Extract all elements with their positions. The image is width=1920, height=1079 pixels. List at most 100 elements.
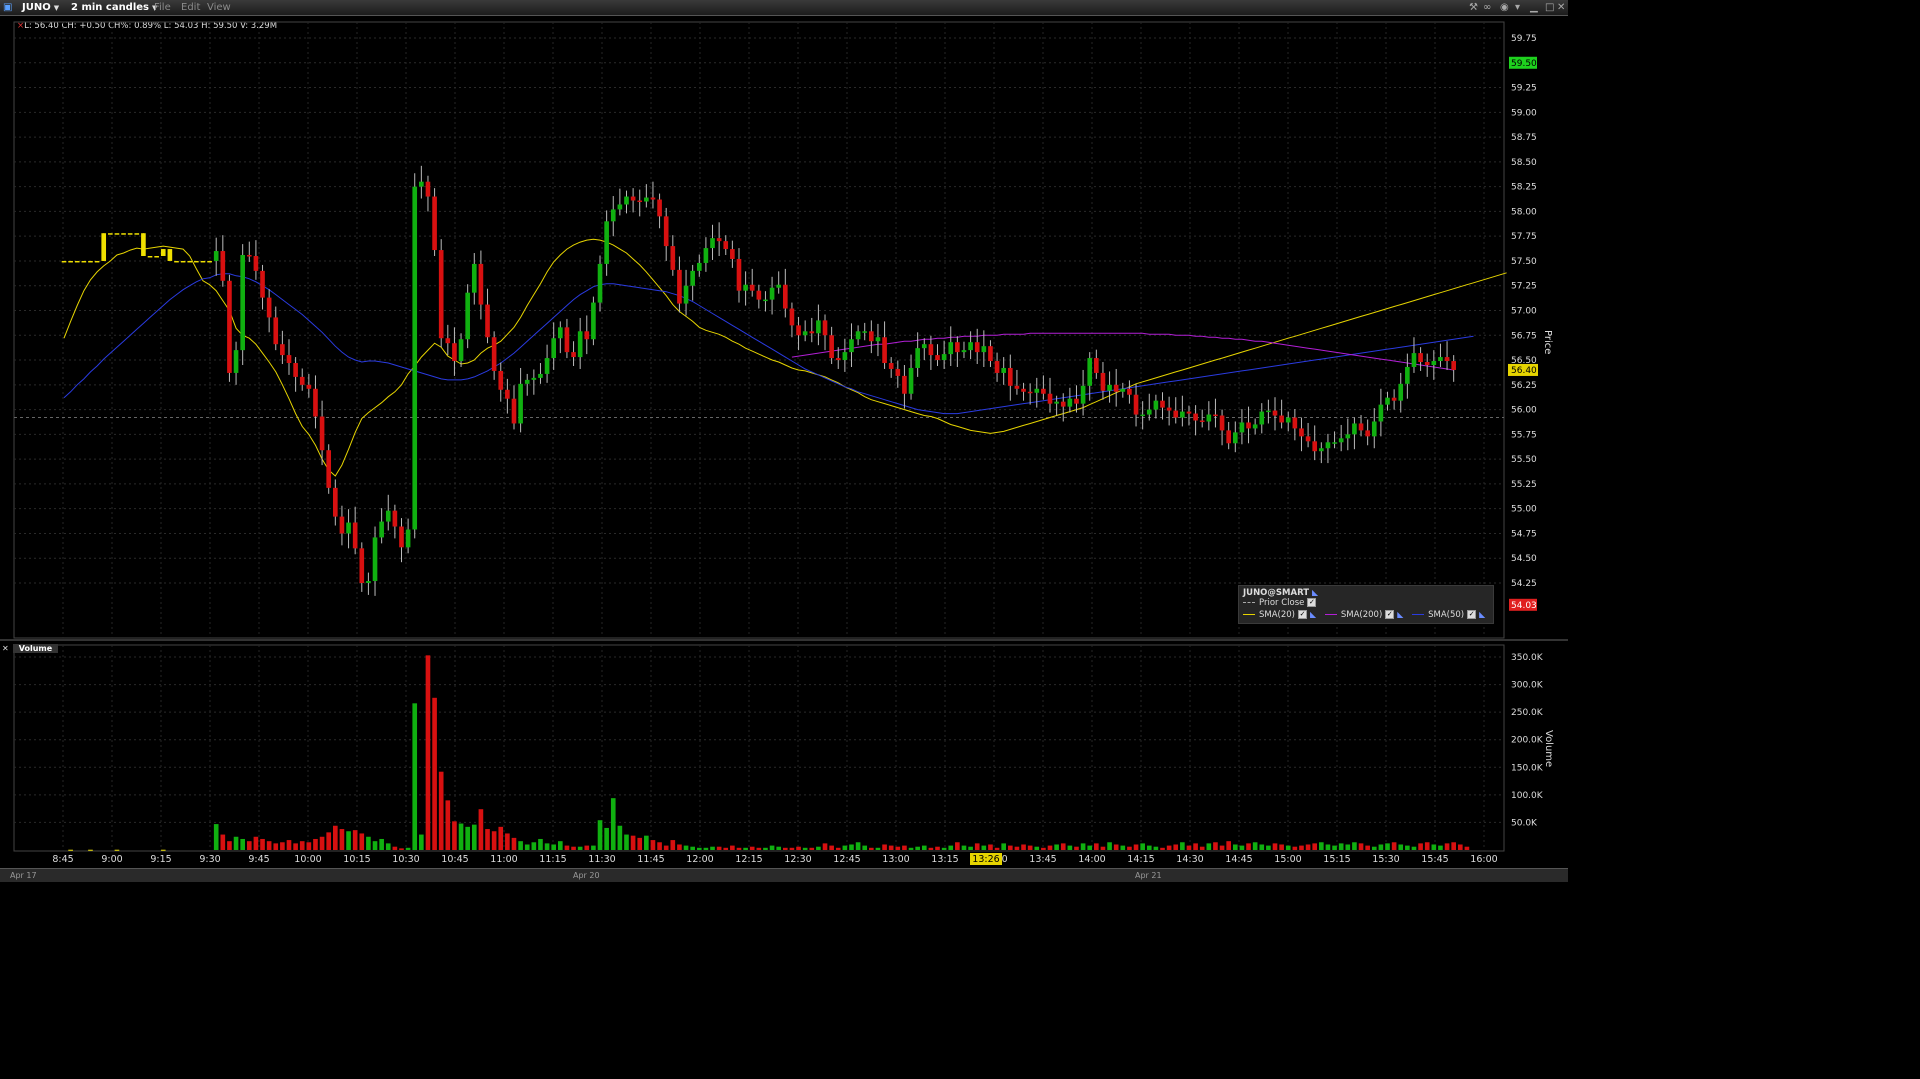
candle-body xyxy=(1371,421,1377,437)
volume-bar xyxy=(1464,846,1470,850)
checkbox-icon[interactable]: ✓ xyxy=(1298,610,1307,619)
close-icon[interactable]: ✕ xyxy=(1557,0,1565,15)
candle-body xyxy=(1272,410,1278,416)
volume-bar xyxy=(1094,843,1099,850)
volume-tick-label: 200.0K xyxy=(1511,736,1544,746)
candle-body xyxy=(531,377,537,380)
menu-edit[interactable]: Edit xyxy=(181,0,200,15)
menu-file[interactable]: File xyxy=(154,0,171,15)
config-icon[interactable]: ◣ xyxy=(1479,610,1485,619)
time-tick-label: 11:45 xyxy=(637,854,664,865)
price-tick-label: 56.25 xyxy=(1511,381,1537,391)
volume-bar xyxy=(1418,843,1423,850)
price-tick-label: 55.50 xyxy=(1511,455,1537,465)
volume-bar xyxy=(213,824,219,850)
candle-body xyxy=(888,363,894,369)
time-cursor-label: 13:26 xyxy=(972,854,999,865)
candle-body xyxy=(756,290,762,300)
volume-bar xyxy=(809,847,815,850)
checkbox-icon[interactable]: ✓ xyxy=(1467,610,1477,619)
config-icon[interactable]: ◣ xyxy=(1310,610,1316,619)
config-icon[interactable]: ◣ xyxy=(1397,610,1403,619)
lock-icon[interactable]: ◉ xyxy=(1500,0,1509,15)
maximize-icon[interactable]: □ xyxy=(1545,0,1554,15)
time-tick-label: 13:00 xyxy=(882,854,909,865)
volume-bar xyxy=(796,846,801,850)
candle-body xyxy=(624,196,629,205)
candle-body xyxy=(200,260,206,263)
chart-canvas[interactable]: 59.75 59.50 59.25 59.00 58.75 58.50 58.25 58.00… xyxy=(0,16,1568,868)
candle-body xyxy=(1338,438,1344,443)
volume-bar xyxy=(319,836,325,850)
price-tick-label: 57.50 xyxy=(1511,257,1537,267)
volume-bar xyxy=(822,843,828,850)
wrench-icon[interactable]: ⚒ xyxy=(1469,0,1478,15)
volume-bar xyxy=(505,833,510,850)
volume-bar xyxy=(955,842,960,850)
date-scroll-bar[interactable]: Apr 17 Apr 20 Apr 21 xyxy=(0,868,1568,882)
volume-bar xyxy=(849,844,854,850)
price-tick-label: 56.00 xyxy=(1511,406,1537,416)
config-icon[interactable]: ◣ xyxy=(1312,588,1318,597)
candle-body xyxy=(412,186,418,530)
time-tick-label: 13:45 xyxy=(1029,854,1056,865)
interval-selector[interactable]: 2 min candles ▼ xyxy=(71,0,157,16)
menu-view[interactable]: View xyxy=(207,0,231,15)
sma200-swatch xyxy=(1324,614,1337,615)
close-icon[interactable]: ✕ xyxy=(2,644,9,653)
candle-body xyxy=(855,331,861,340)
checkbox-icon[interactable]: ✓ xyxy=(1307,598,1317,607)
volume-bar xyxy=(935,846,940,850)
price-tick-label: 55.75 xyxy=(1511,430,1537,440)
volume-bar xyxy=(816,846,821,850)
checkbox-icon[interactable]: ✓ xyxy=(1385,610,1395,619)
time-tick-label: 11:30 xyxy=(588,854,615,865)
candle-body xyxy=(1385,397,1390,405)
volume-bar xyxy=(928,847,934,850)
volume-bar xyxy=(511,837,517,850)
volume-bar xyxy=(445,800,451,850)
volume-bar xyxy=(1219,845,1225,850)
volume-bar xyxy=(306,842,312,850)
volume-bar xyxy=(782,847,788,850)
candle-body xyxy=(571,352,576,358)
volume-bar xyxy=(1285,845,1291,850)
volume-bar xyxy=(1100,846,1106,850)
volume-bar xyxy=(1007,845,1013,850)
prior-close-label: Prior Close xyxy=(1259,598,1305,608)
candle-body xyxy=(1352,423,1357,435)
sma20-label: SMA(20) xyxy=(1259,610,1295,620)
volume-bar xyxy=(352,830,358,850)
time-tick-label: 16:00 xyxy=(1470,854,1497,865)
volume-bar xyxy=(1014,846,1020,850)
time-tick-label: 9:45 xyxy=(248,854,269,865)
candle-body xyxy=(1411,353,1417,367)
volume-bar xyxy=(114,849,120,851)
volume-bar xyxy=(1113,844,1119,850)
candle-body xyxy=(1007,367,1013,386)
candle-body xyxy=(1226,430,1231,444)
chart-legend[interactable]: JUNO@SMART ◣ Prior Close ✓ SMA(20) ✓ ◣ SMA(2… xyxy=(1238,585,1494,624)
volume-bar xyxy=(379,838,384,850)
volume-bar xyxy=(246,841,252,850)
volume-bar xyxy=(339,829,345,850)
volume-bar xyxy=(1180,842,1185,850)
volume-bar xyxy=(591,845,596,850)
volume-bar xyxy=(1292,846,1298,850)
candle-body xyxy=(465,292,470,340)
link-icon[interactable]: ∞ xyxy=(1483,0,1491,15)
volume-bar xyxy=(1398,844,1404,850)
chevron-down-icon[interactable]: ▾ xyxy=(1515,0,1520,15)
candle-body xyxy=(736,258,742,291)
time-tick-label: 14:00 xyxy=(1078,854,1105,865)
symbol-selector[interactable]: JUNO ▼ xyxy=(22,0,59,16)
price-tick-label: 59.00 xyxy=(1511,108,1537,118)
volume-bar xyxy=(1371,846,1377,850)
candle-body xyxy=(551,338,557,359)
minimize-icon[interactable]: ▁ xyxy=(1530,0,1538,15)
candle-body xyxy=(1239,422,1245,433)
volume-bar xyxy=(981,845,987,850)
candle-body xyxy=(703,248,709,263)
candle-body xyxy=(1206,414,1212,422)
volume-bar xyxy=(789,847,795,850)
